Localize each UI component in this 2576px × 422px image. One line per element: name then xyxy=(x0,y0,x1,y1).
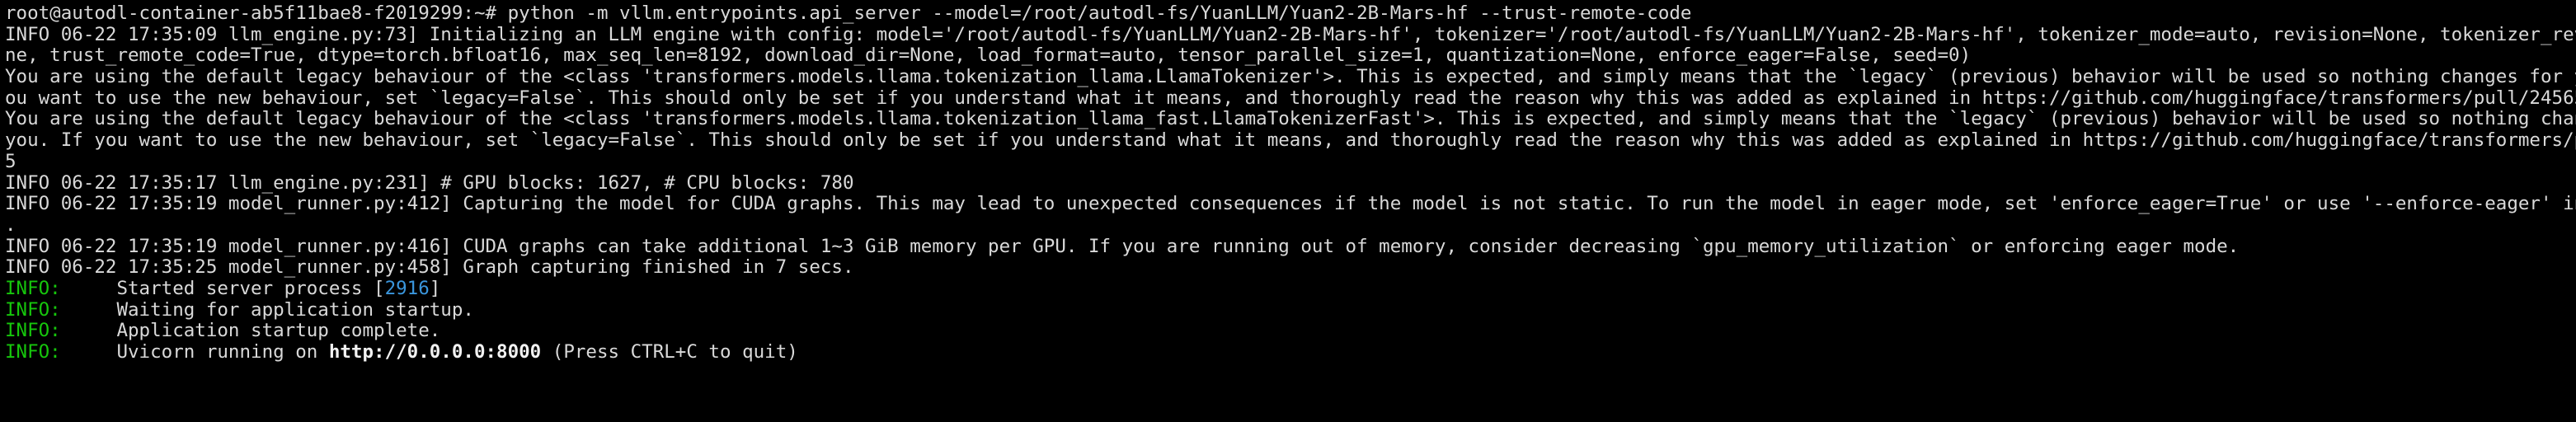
started-prefix: Started server process [ xyxy=(60,278,385,299)
log-line: INFO 06-22 17:35:19 model_runner.py:416]… xyxy=(5,236,2240,257)
terminal-window[interactable]: root@autodl-container-ab5f11bae8-f201929… xyxy=(0,0,2576,422)
info-level-label: INFO: xyxy=(5,342,61,363)
info-level-label: INFO: xyxy=(5,299,61,321)
server-url-link[interactable]: http://0.0.0.0:8000 xyxy=(329,342,541,363)
started-suffix: ] xyxy=(429,278,441,299)
log-line: 5 xyxy=(5,151,16,172)
uvicorn-running-line: INFO: Uvicorn running on http://0.0.0.0:… xyxy=(5,342,2576,363)
log-line: INFO 06-22 17:35:17 llm_engine.py:231] #… xyxy=(5,172,854,194)
log-line: INFO 06-22 17:35:25 model_runner.py:458]… xyxy=(5,257,854,279)
running-prefix: Uvicorn running on xyxy=(60,342,329,363)
complete-text: Application startup complete. xyxy=(60,321,441,342)
terminal-command-line: root@autodl-container-ab5f11bae8-f201929… xyxy=(5,3,1692,24)
log-line: You are using the default legacy behavio… xyxy=(5,109,2576,130)
uvicorn-started-line: INFO: Started server process [2916] xyxy=(5,279,2576,300)
log-line: ou want to use the new behaviour, set `l… xyxy=(5,87,2576,109)
log-line: INFO 06-22 17:35:09 llm_engine.py:73] In… xyxy=(5,24,2576,45)
uvicorn-waiting-line: INFO: Waiting for application startup. xyxy=(5,300,2576,321)
log-line: INFO 06-22 17:35:19 model_runner.py:412]… xyxy=(5,194,2576,215)
waiting-text: Waiting for application startup. xyxy=(60,299,474,321)
process-id: 2916 xyxy=(384,278,430,299)
log-line: you. If you want to use the new behaviou… xyxy=(5,130,2576,152)
running-suffix: (Press CTRL+C to quit) xyxy=(541,342,798,363)
info-level-label: INFO: xyxy=(5,321,61,342)
uvicorn-complete-line: INFO: Application startup complete. xyxy=(5,321,2576,342)
log-line: You are using the default legacy behavio… xyxy=(5,67,2576,88)
log-line: . xyxy=(5,214,16,236)
info-level-label: INFO: xyxy=(5,278,61,299)
log-line: ne, trust_remote_code=True, dtype=torch.… xyxy=(5,45,1972,67)
